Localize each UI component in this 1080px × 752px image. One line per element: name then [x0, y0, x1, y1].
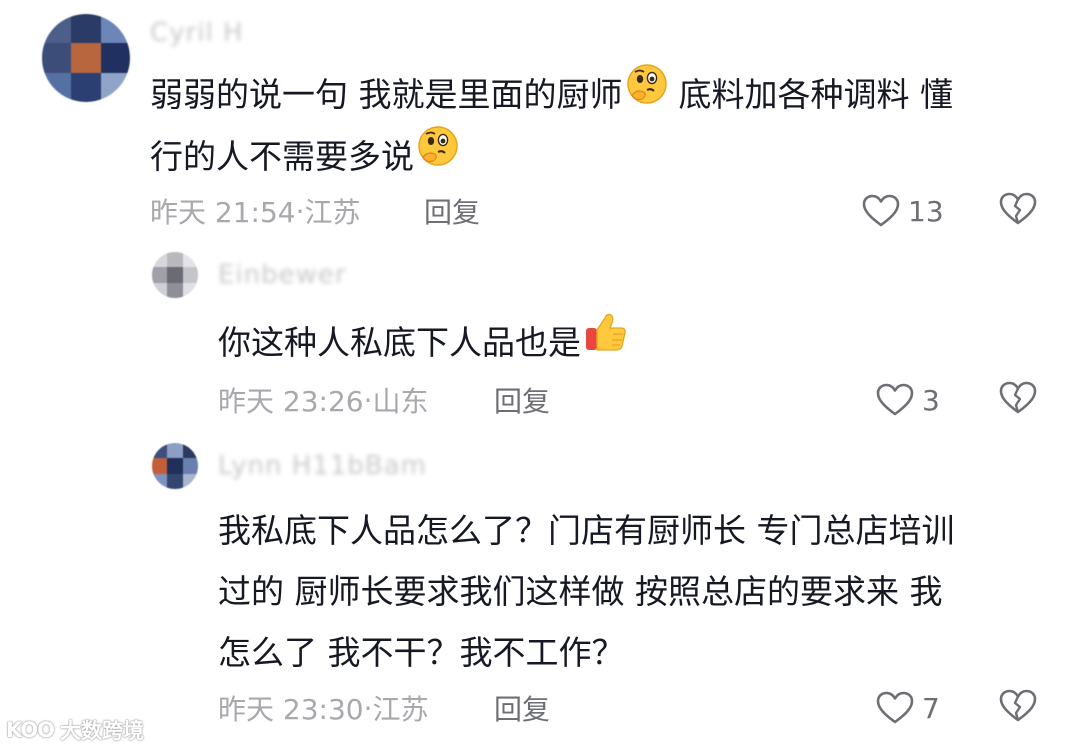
comment-text: 行的人不需要多说 — [150, 124, 462, 188]
avatar[interactable] — [42, 14, 130, 102]
avatar[interactable] — [152, 443, 198, 489]
like-count: 7 — [922, 691, 940, 725]
reply-button[interactable]: 回复 — [494, 380, 550, 420]
location: 江苏 — [372, 693, 429, 726]
comment-text: 怎么了 我不干？我不工作？ — [218, 622, 625, 684]
broken-heart-icon — [999, 689, 1037, 727]
username[interactable]: Lynn H11bBam — [218, 449, 427, 483]
timestamp: 昨天 23:30 — [218, 693, 364, 726]
broken-heart-icon — [999, 192, 1037, 230]
comment-text-line: 过的 厨师长要求我们这样做 按照总店的要求来 我 — [218, 572, 943, 611]
reply-button[interactable]: 回复 — [424, 191, 480, 231]
comment-text-line: 我私底下人品怎么了？门店有厨师长 专门总店培训 — [218, 511, 955, 550]
reply-button[interactable]: 回复 — [494, 688, 550, 728]
like-button[interactable]: 13 — [862, 191, 944, 231]
watermark: KOO 大数跨境 — [6, 714, 144, 746]
comment-text-line: 怎么了 我不干？我不工作？ — [218, 633, 625, 672]
thumbs-up-emoji — [583, 310, 629, 374]
watermark-text: 大数跨境 — [60, 719, 145, 743]
like-count: 3 — [922, 383, 940, 417]
thinking-face-emoji — [416, 124, 460, 188]
thinking-face-emoji — [625, 62, 669, 126]
heart-outline-icon — [862, 194, 900, 228]
avatar[interactable] — [152, 252, 198, 298]
comment-text-line: 你这种人私底下人品也是 — [218, 323, 581, 362]
comment-text: 我私底下人品怎么了？门店有厨师长 专门总店培训 — [218, 500, 955, 562]
dislike-button[interactable] — [998, 380, 1038, 420]
comment-text-line: 行的人不需要多说 — [150, 137, 414, 176]
like-count: 13 — [908, 194, 944, 228]
location: 江苏 — [304, 196, 361, 229]
heart-outline-icon — [876, 691, 914, 725]
username[interactable]: Einbewer — [218, 258, 347, 292]
timestamp: 昨天 21:54 — [150, 196, 296, 229]
heart-outline-icon — [876, 383, 914, 417]
username[interactable]: Cyril H — [150, 16, 244, 50]
dislike-button[interactable] — [998, 191, 1038, 231]
comment-thread: Cyril H 弱弱的说一句 我就是里面的厨师 底料加各种调料 懂 行的人不需要… — [0, 0, 1080, 752]
comment-meta: 昨天 21:54 · 江苏 — [150, 191, 361, 231]
watermark-logo: KOO — [6, 718, 55, 742]
comment-meta: 昨天 23:30 · 江苏 — [218, 688, 429, 728]
timestamp: 昨天 23:26 — [218, 385, 364, 418]
comment-text: 过的 厨师长要求我们这样做 按照总店的要求来 我 — [218, 561, 942, 623]
broken-heart-icon — [999, 381, 1037, 419]
comment-text-line: 底料加各种调料 懂 — [678, 75, 954, 114]
comment-meta: 昨天 23:26 · 山东 — [218, 380, 429, 420]
comment-text: 弱弱的说一句 我就是里面的厨师 底料加各种调料 懂 — [150, 62, 954, 126]
dislike-button[interactable] — [998, 688, 1038, 728]
like-button[interactable]: 3 — [876, 380, 940, 420]
comment-text-line: 弱弱的说一句 我就是里面的厨师 — [150, 75, 623, 114]
like-button[interactable]: 7 — [876, 688, 940, 728]
comment-text: 你这种人私底下人品也是 — [218, 312, 631, 374]
location: 山东 — [372, 385, 429, 418]
